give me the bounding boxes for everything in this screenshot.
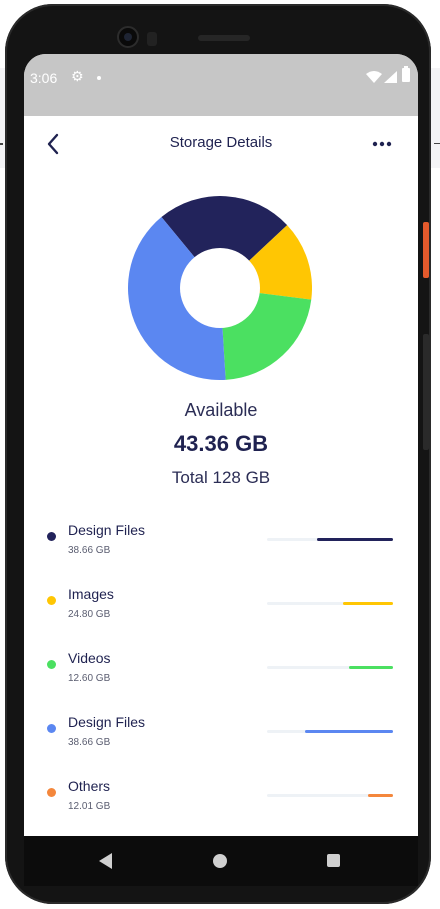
app-screen: 3:06 ⚙ Storage Details Available 43.36 G…: [24, 54, 418, 836]
system-nav-bar: [24, 836, 418, 886]
page-title: Storage Details: [169, 134, 273, 151]
earpiece-speaker: [198, 35, 250, 41]
proximity-sensor: [147, 32, 157, 46]
category-dot-icon: [47, 788, 56, 797]
list-item[interactable]: Videos 12.60 GB: [24, 648, 418, 698]
signal-icon: [384, 71, 397, 83]
usage-bar-fill: [367, 794, 393, 797]
category-dot-icon: [47, 724, 56, 733]
edge-mark-right: [434, 143, 440, 144]
available-value: 43.36 GB: [173, 431, 269, 456]
category-size: 24.80 GB: [68, 609, 111, 620]
battery-icon: [402, 66, 410, 82]
front-camera-icon: [117, 26, 139, 48]
category-name: Images: [68, 586, 114, 602]
more-horizontal-icon[interactable]: [370, 134, 394, 154]
list-item[interactable]: Images 24.80 GB: [24, 584, 418, 634]
usage-bar-track: [267, 602, 393, 605]
app-header: Storage Details: [24, 116, 418, 172]
usage-bar-fill: [304, 730, 393, 733]
category-dot-icon: [47, 596, 56, 605]
usage-bar-fill: [348, 666, 393, 669]
list-item[interactable]: Others 12.01 GB: [24, 776, 418, 826]
category-size: 12.60 GB: [68, 673, 111, 684]
category-size: 12.01 GB: [68, 801, 111, 812]
category-name: Others: [68, 778, 111, 794]
nav-recents-icon[interactable]: [327, 854, 340, 867]
status-bar: 3:06 ⚙: [24, 54, 418, 116]
available-label: Available: [184, 400, 258, 420]
list-item[interactable]: Design Files 38.66 GB: [24, 712, 418, 762]
usage-bar-track: [267, 538, 393, 541]
category-dot-icon: [47, 660, 56, 669]
category-name: Design Files: [68, 714, 146, 730]
wifi-icon: [366, 71, 382, 83]
usage-bar-track: [267, 666, 393, 669]
donut-hole: [180, 248, 260, 328]
category-name: Videos: [68, 650, 111, 666]
phone-side-button-accent: [423, 222, 429, 278]
notification-dot-icon: [97, 76, 101, 80]
category-name: Design Files: [68, 522, 146, 538]
total-storage: Total 128 GB: [171, 468, 271, 487]
storage-donut-chart: [128, 196, 312, 380]
list-item[interactable]: Design Files 38.66 GB: [24, 520, 418, 570]
usage-bar-fill: [317, 538, 393, 541]
nav-back-icon[interactable]: [99, 853, 112, 869]
phone-volume-button: [423, 334, 429, 450]
edge-mark-left: [0, 143, 3, 145]
nav-home-icon[interactable]: [213, 854, 227, 868]
status-time: 3:06: [30, 70, 58, 86]
category-dot-icon: [47, 532, 56, 541]
gear-icon: ⚙: [71, 69, 84, 85]
usage-bar-track: [267, 794, 393, 797]
category-size: 38.66 GB: [68, 545, 111, 556]
category-size: 38.66 GB: [68, 737, 111, 748]
usage-bar-track: [267, 730, 393, 733]
usage-bar-fill: [342, 602, 393, 605]
